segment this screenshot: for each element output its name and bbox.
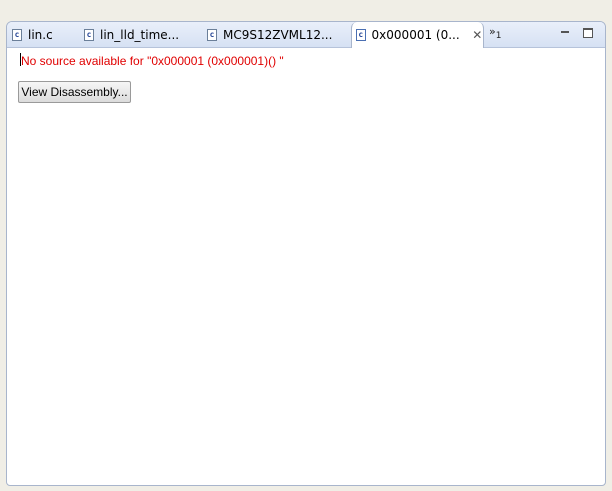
tab-label: lin_lld_time...	[100, 27, 180, 42]
tab-lin-c[interactable]: c lin.c	[12, 22, 53, 47]
editor-panel: c lin.c c lin_lld_time... c MC9S12ZVML12…	[6, 21, 606, 486]
c-file-icon: c	[84, 28, 94, 41]
tab-mc9s12zvml12[interactable]: c MC9S12ZVML12...	[207, 22, 332, 47]
c-file-icon: c	[356, 29, 366, 41]
no-source-message: No source available for "0x000001 (0x000…	[21, 54, 284, 68]
tab-overflow-button[interactable]: »1	[489, 25, 502, 42]
overflow-count: 1	[495, 31, 502, 42]
tab-label: lin.c	[28, 27, 53, 42]
tab-0x000001[interactable]: c 0x000001 (0... ✕	[351, 22, 484, 48]
editor-tab-bar: c lin.c c lin_lld_time... c MC9S12ZVML12…	[7, 22, 605, 48]
tab-label: 0x000001 (0...	[371, 28, 460, 42]
c-file-icon: c	[207, 28, 217, 41]
maximize-icon[interactable]	[583, 28, 593, 38]
c-file-icon: c	[12, 28, 22, 41]
view-disassembly-button[interactable]: View Disassembly...	[18, 81, 131, 103]
tab-label: MC9S12ZVML12...	[223, 27, 333, 42]
close-icon[interactable]: ✕	[472, 28, 483, 42]
minimize-icon[interactable]	[560, 28, 570, 38]
chevron-right-double-icon: »	[489, 25, 496, 38]
tab-lin-lld-timer[interactable]: c lin_lld_time...	[84, 22, 179, 47]
editor-content: No source available for "0x000001 (0x000…	[7, 48, 605, 485]
